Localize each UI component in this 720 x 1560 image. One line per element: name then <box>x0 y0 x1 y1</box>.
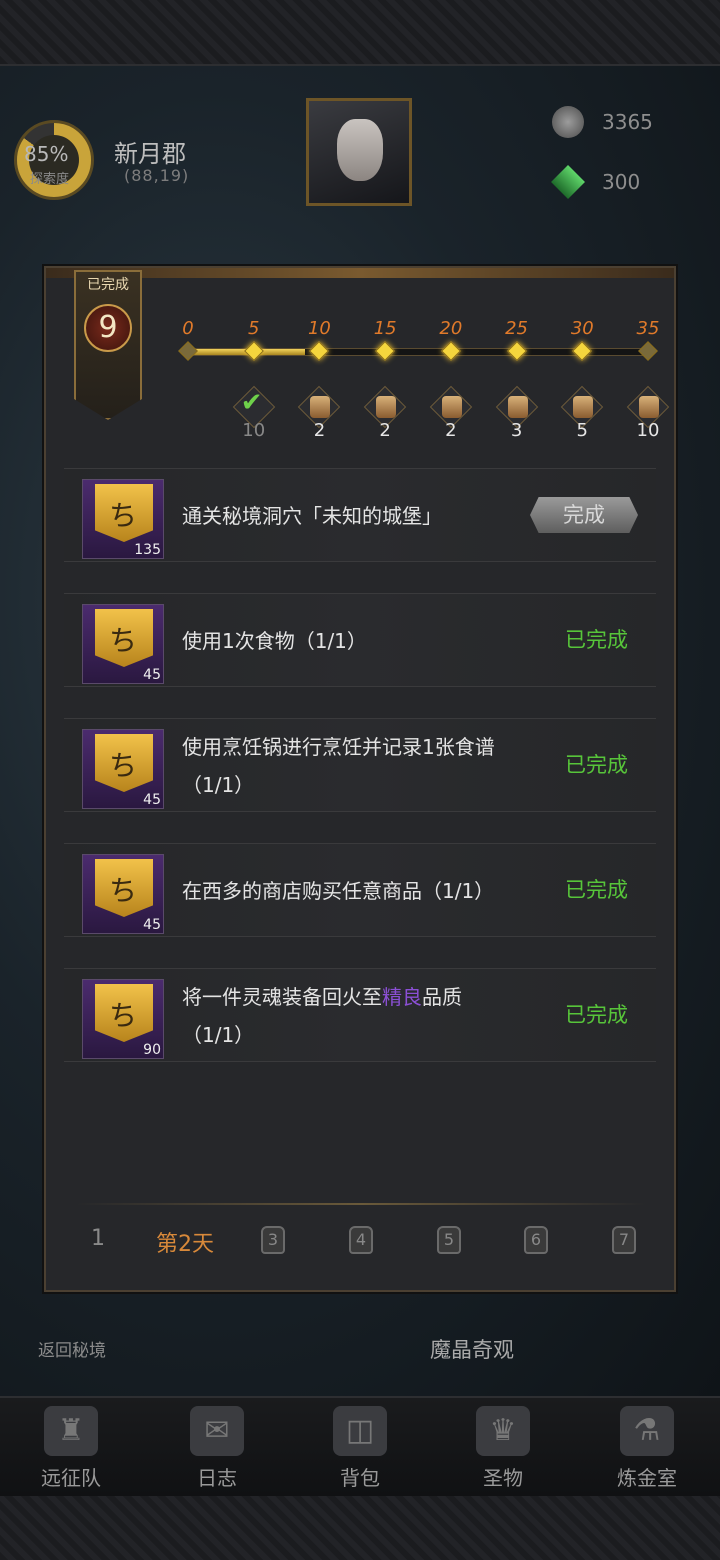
alchemy-icon: ⚗ <box>620 1406 674 1456</box>
milestone-reward[interactable]: 3 <box>495 385 538 442</box>
scroll-icon <box>376 396 397 418</box>
progress-tick-label: 35 <box>636 318 660 339</box>
claimed-check-icon: ✔ <box>240 388 263 418</box>
gem-icon <box>551 165 585 199</box>
progress-tick-label: 5 <box>247 318 260 339</box>
task-text: 在西多的商店购买任意商品（1/1） <box>182 879 495 903</box>
task-points: 135 <box>134 542 161 558</box>
reward-count: 3 <box>510 420 523 441</box>
progress-tick-label: 30 <box>570 318 594 339</box>
nav-journal[interactable]: ✉ 日志 <box>162 1406 272 1494</box>
nav-expedition[interactable]: ♜ 远征队 <box>16 1406 126 1494</box>
journal-icon: ✉ <box>190 1406 244 1456</box>
task-row: ち 45 在西多的商店购买任意商品（1/1） 已完成 <box>64 843 656 937</box>
bottom-frame <box>0 1496 720 1560</box>
scroll-icon <box>441 396 462 418</box>
reward-count: 10 <box>242 420 266 441</box>
task-text: 通关秘境洞穴「未知的城堡」 <box>182 504 442 528</box>
coin-value: 3365 <box>602 110 653 134</box>
progress-tick-label: 0 <box>182 318 194 339</box>
completed-badge: 已完成 9 <box>74 270 142 440</box>
complete-button[interactable]: 完成 <box>530 497 638 533</box>
day-tab-3[interactable]: 3 <box>243 1226 303 1262</box>
reward-count: 5 <box>576 420 588 441</box>
milestone-reward[interactable]: 2 <box>363 385 407 442</box>
backpack-icon: ◫ <box>333 1406 387 1456</box>
task-points: 90 <box>143 1042 161 1058</box>
task-points: 45 <box>143 917 161 933</box>
reward-count: 10 <box>636 420 660 441</box>
lock-icon: 7 <box>612 1226 636 1254</box>
lock-icon: 4 <box>349 1226 373 1254</box>
reward-count: 2 <box>445 420 457 441</box>
nav-relics[interactable]: ♛ 圣物 <box>448 1406 558 1494</box>
milestone-reward[interactable]: 10 <box>626 385 670 442</box>
explore-label: 探索度 <box>30 172 70 187</box>
bottom-nav: ♜ 远征队 ✉ 日志 ◫ 背包 ♛ 圣物 ⚗ 炼金室 <box>0 1396 720 1496</box>
resource-gem: 300 <box>551 164 686 200</box>
progress-tick-label: 20 <box>439 318 463 339</box>
progress-tick-label: 15 <box>373 318 397 339</box>
lock-icon: 3 <box>261 1226 285 1254</box>
task-points: 45 <box>143 792 161 808</box>
task-status: 已完成 <box>565 878 628 902</box>
scroll-icon <box>507 396 528 418</box>
task-status: 已完成 <box>565 628 628 652</box>
reward-count: 2 <box>313 420 326 441</box>
task-row: ち 45 使用1次食物（1/1） 已完成 <box>64 593 656 687</box>
progress-tick-label: 10 <box>307 318 331 339</box>
milestone-reward[interactable]: 5 <box>561 385 604 442</box>
day-tab-5[interactable]: 5 <box>419 1226 479 1262</box>
task-text: 使用1次食物（1/1） <box>182 629 367 653</box>
day-tabs-divider <box>76 1203 646 1205</box>
task-text: 使用烹饪锅进行烹饪并记录1张食谱（1/1） <box>182 735 495 797</box>
location-coords: (88,19) <box>124 166 190 185</box>
task-icon: ち 135 <box>82 479 164 559</box>
day-tab-2[interactable]: 第2天 <box>155 1226 215 1262</box>
task-status: 已完成 <box>565 1003 628 1027</box>
gem-value: 300 <box>602 170 641 194</box>
day-tab-7[interactable]: 7 <box>594 1226 654 1262</box>
task-points: 45 <box>143 667 161 683</box>
lock-icon: 5 <box>437 1226 461 1254</box>
day-tab-1[interactable]: 1 <box>68 1226 128 1262</box>
nav-backpack[interactable]: ◫ 背包 <box>305 1406 415 1494</box>
task-status: 已完成 <box>565 753 628 777</box>
coin-icon <box>552 106 584 138</box>
scroll-icon <box>310 396 331 418</box>
hero-portrait[interactable] <box>306 98 412 206</box>
task-icon: ち 45 <box>82 604 164 684</box>
top-frame <box>0 0 720 66</box>
task-row: ち 45 使用烹饪锅进行烹饪并记录1张食谱（1/1） 已完成 <box>64 718 656 812</box>
helmet-icon: ♜ <box>44 1406 98 1456</box>
relic-icon: ♛ <box>476 1406 530 1456</box>
day-tab-6[interactable]: 6 <box>506 1226 566 1262</box>
explore-percent: 85% <box>24 142 69 166</box>
progress-tick-label: 25 <box>505 318 529 339</box>
resource-coin: 3365 <box>552 104 686 140</box>
milestone-reward[interactable]: 2 <box>429 385 473 442</box>
task-icon: ち 90 <box>82 979 164 1059</box>
day-tab-4[interactable]: 4 <box>331 1226 391 1262</box>
avatar <box>337 119 383 181</box>
task-icon: ち 45 <box>82 854 164 934</box>
nav-alchemy[interactable]: ⚗ 炼金室 <box>592 1406 702 1494</box>
quality-highlight: 精良 <box>382 985 422 1009</box>
reward-count: 2 <box>379 420 391 441</box>
milestone-reward[interactable]: ✔ 10 <box>232 385 275 442</box>
milestone-reward[interactable]: 2 <box>298 385 341 442</box>
task-row: ち 135 通关秘境洞穴「未知的城堡」 完成 <box>64 468 656 562</box>
location-name: 新月郡 <box>114 140 186 168</box>
magic-crystal-wonder-button[interactable]: 魔晶奇观 <box>430 1334 514 1364</box>
completed-label: 已完成 <box>87 277 129 293</box>
completed-count: 9 <box>98 310 118 345</box>
task-text: 将一件灵魂装备回火至精良品质（1/1） <box>182 985 462 1047</box>
lock-icon: 6 <box>524 1226 548 1254</box>
task-row: ち 90 将一件灵魂装备回火至精良品质（1/1） 已完成 <box>64 968 656 1062</box>
task-icon: ち 45 <box>82 729 164 809</box>
scroll-icon <box>639 396 659 418</box>
return-secret-realm-button[interactable]: 返回秘境 <box>38 1336 106 1361</box>
scroll-icon <box>573 396 594 418</box>
